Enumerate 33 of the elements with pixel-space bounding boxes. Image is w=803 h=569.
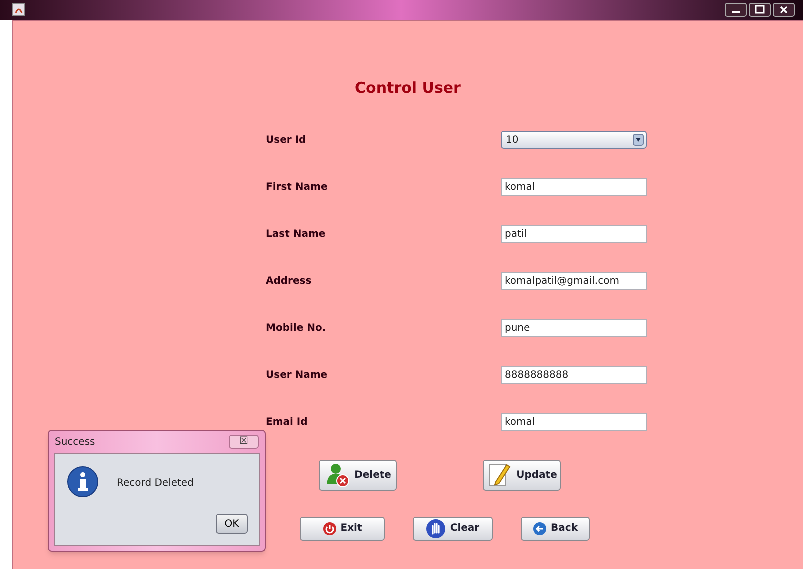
user-id-dropdown[interactable]: 10	[501, 131, 647, 149]
minimize-icon[interactable]	[725, 3, 747, 17]
text-field[interactable]: 8888888888	[501, 366, 647, 384]
field-label: First Name	[266, 180, 329, 194]
info-icon	[67, 466, 99, 498]
power-icon	[322, 522, 337, 536]
clear-button[interactable]: Clear	[413, 516, 493, 540]
text-field[interactable]: patil	[501, 225, 647, 243]
text-field[interactable]: komalpatil@gmail.com	[501, 272, 647, 290]
form-title: Control User	[355, 78, 461, 99]
field-label: Mobile No.	[266, 322, 328, 336]
field-label: Address	[266, 274, 313, 288]
field-label: Emai Id	[266, 416, 309, 430]
text-field[interactable]: komal	[501, 413, 647, 431]
pencil-note-icon	[486, 462, 513, 488]
delete-button[interactable]: Delete	[319, 460, 397, 490]
person-remove-icon	[324, 462, 351, 488]
ok-button[interactable]: OK	[216, 514, 248, 534]
exit-button[interactable]: Exit	[300, 516, 385, 540]
maximize-icon[interactable]	[749, 3, 771, 17]
close-button[interactable]: ☒	[229, 435, 259, 449]
text-field[interactable]: komal	[501, 178, 647, 196]
close-icon[interactable]	[773, 3, 795, 17]
hand-icon	[426, 518, 446, 538]
update-button[interactable]: Update	[483, 460, 561, 490]
text-field[interactable]: pune	[501, 319, 647, 337]
dialog-message: Record Deleted	[117, 477, 194, 491]
field-label: User Name	[266, 368, 329, 382]
field-label: User Id	[266, 134, 308, 148]
field-label: Last Name	[266, 228, 327, 242]
app-icon	[12, 3, 26, 17]
back-button[interactable]: Back	[521, 516, 590, 540]
dialog-title: Success	[55, 436, 96, 450]
